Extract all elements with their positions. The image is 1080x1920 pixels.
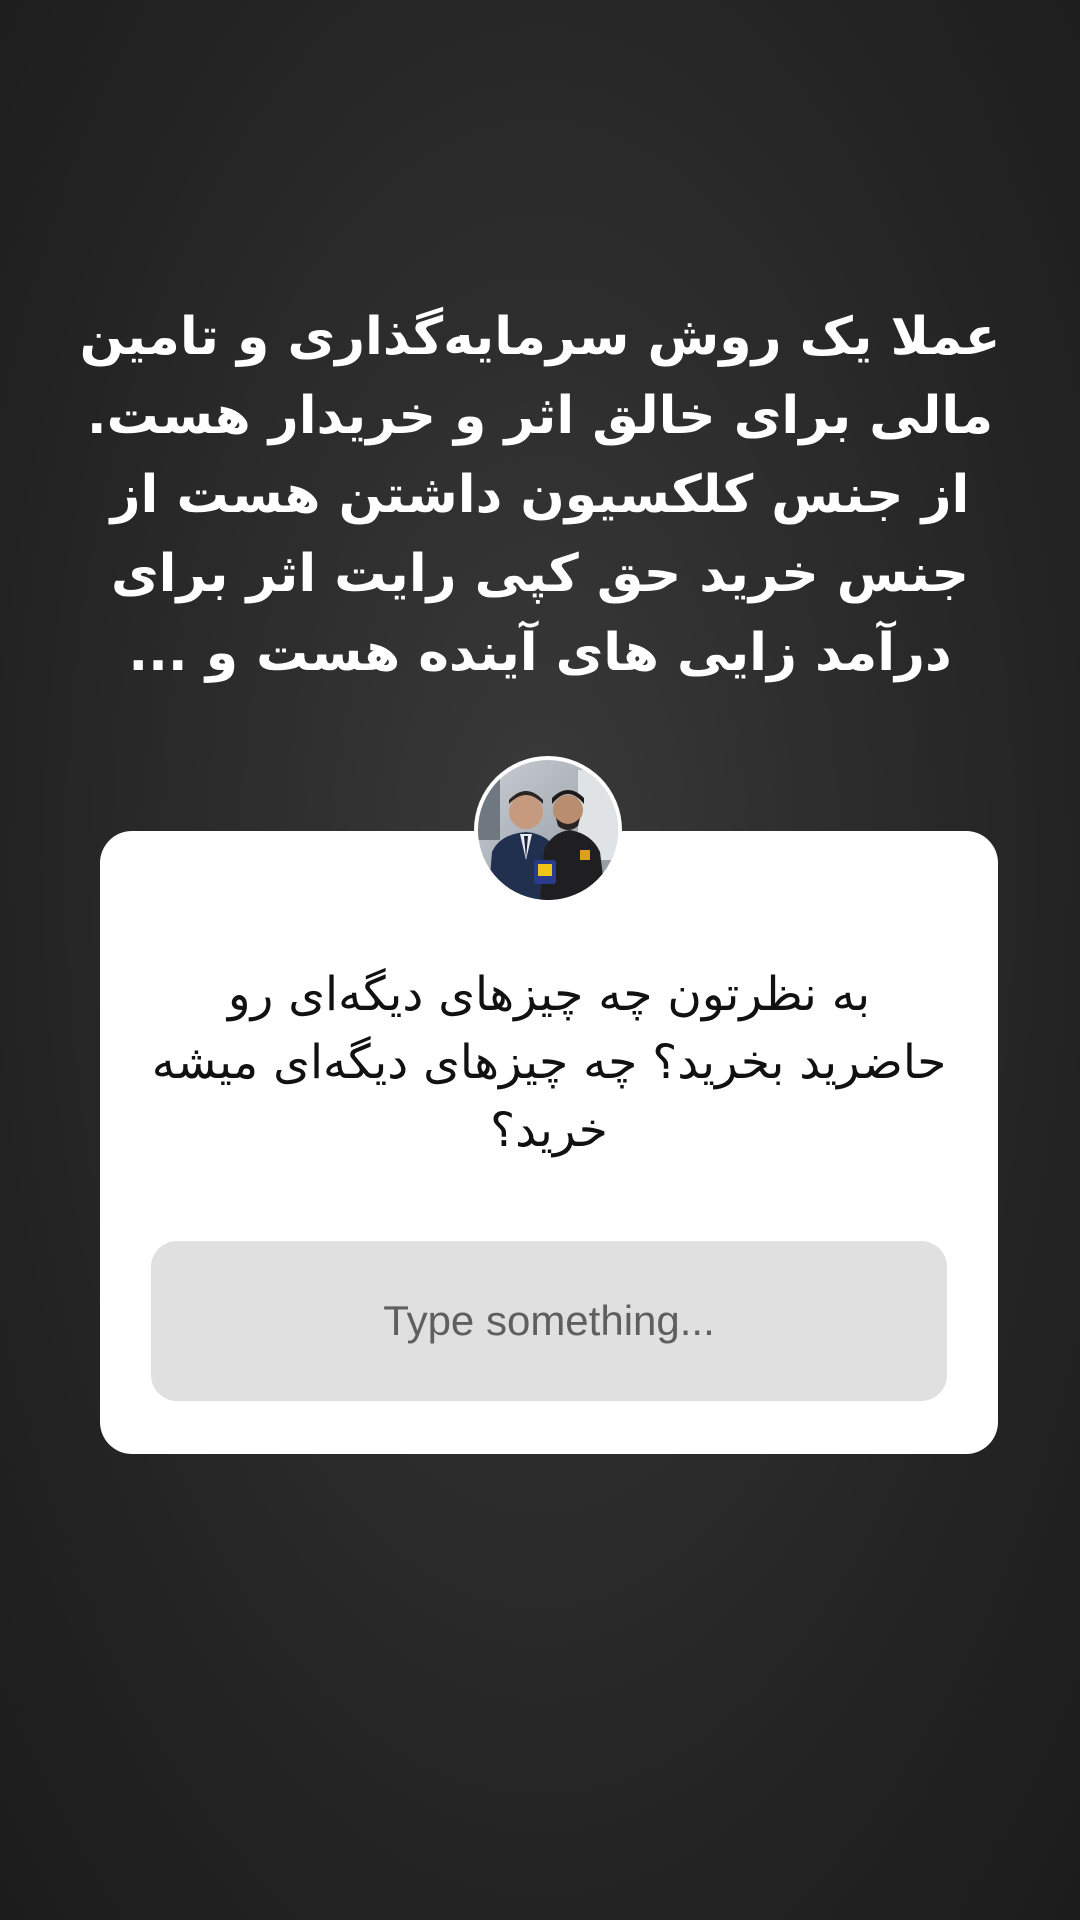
question-card: به نظرتون چه چیزهای دیگه‌ای رو حاضرید بخ…	[100, 831, 998, 1454]
question-text: به نظرتون چه چیزهای دیگه‌ای رو حاضرید بخ…	[151, 967, 947, 1158]
avatar	[474, 756, 622, 904]
story-text: عملا یک روش سرمایه‌گذاری و تامین مالی بر…	[79, 307, 1001, 683]
avatar-photo	[478, 760, 618, 900]
answer-input[interactable]	[151, 1241, 947, 1401]
